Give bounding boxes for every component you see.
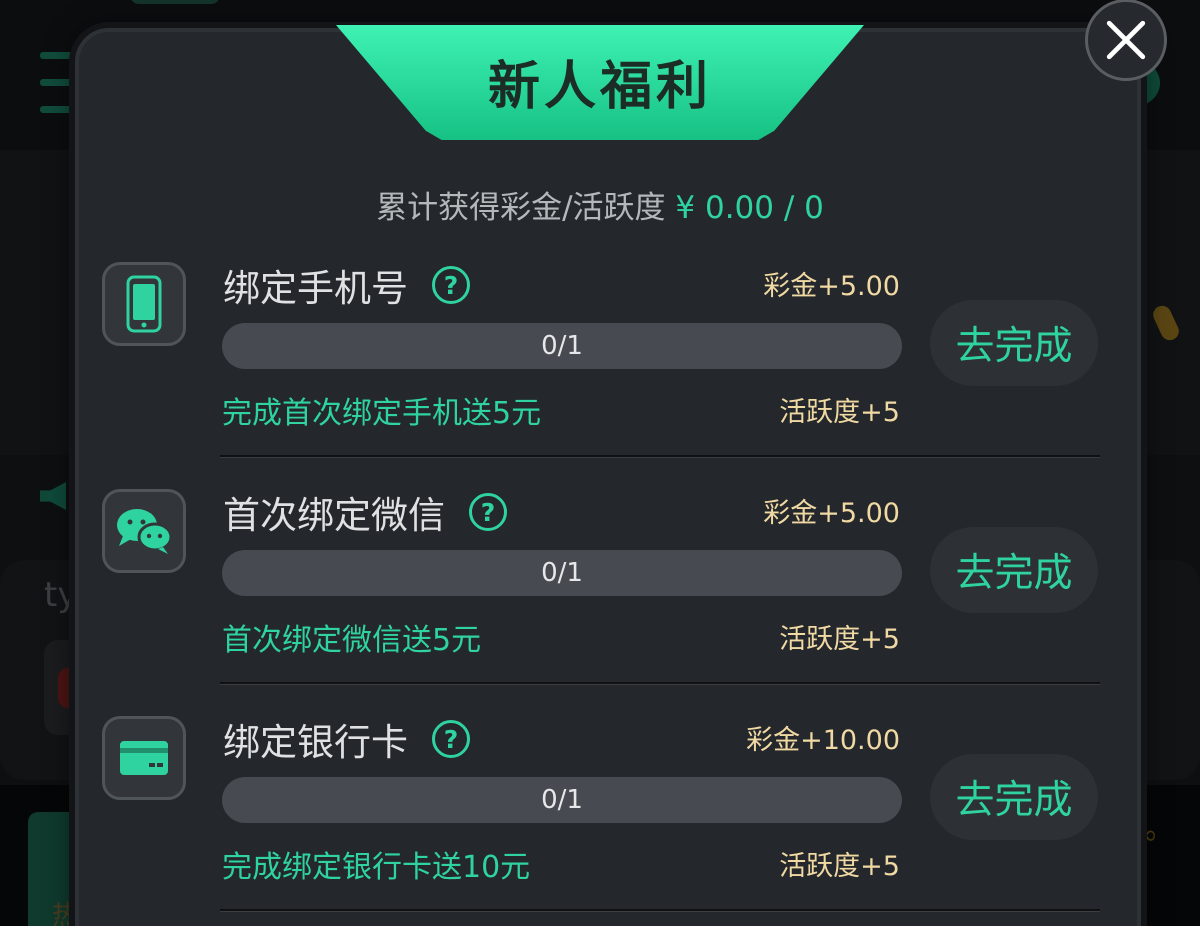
task-bind-phone: 绑定手机号 ? 彩金+5.00 0/1 去完成 完成首次绑定手机送5元 活跃度+… xyxy=(100,228,1102,458)
task-description: 完成首次绑定手机送5元 xyxy=(222,396,542,431)
go-complete-button[interactable]: 去完成 xyxy=(930,754,1098,840)
summary-label: 累计获得彩金/活跃度 xyxy=(376,190,666,226)
divider xyxy=(220,909,1100,912)
wechat-icon xyxy=(102,489,186,573)
task-progress-bar: 0/1 xyxy=(222,777,902,823)
background-text: ty xyxy=(44,575,78,615)
background-pill xyxy=(130,0,220,4)
task-reward: 彩金+5.00 xyxy=(763,498,900,529)
task-activity: 活跃度+5 xyxy=(779,851,900,882)
task-bind-bank-card: 绑定银行卡 ? 彩金+10.00 0/1 去完成 完成绑定银行卡送10元 活跃度… xyxy=(100,682,1102,912)
phone-icon xyxy=(102,262,186,346)
help-icon[interactable]: ? xyxy=(432,266,470,304)
modal-title: 新人福利 xyxy=(487,57,712,117)
summary-value: ¥ 0.00 / 0 xyxy=(675,190,824,226)
task-reward: 彩金+5.00 xyxy=(763,271,900,302)
task-activity: 活跃度+5 xyxy=(779,624,900,655)
close-button[interactable] xyxy=(1085,0,1167,81)
close-icon xyxy=(1106,20,1146,60)
task-reward: 彩金+10.00 xyxy=(746,725,900,756)
task-activity: 活跃度+5 xyxy=(779,397,900,428)
task-title: 绑定手机号 xyxy=(223,267,408,310)
task-title: 绑定银行卡 xyxy=(223,721,408,764)
task-description: 完成绑定银行卡送10元 xyxy=(222,850,531,885)
task-description: 首次绑定微信送5元 xyxy=(222,623,482,658)
task-progress-bar: 0/1 xyxy=(222,323,902,369)
task-title-row: 绑定银行卡 ? xyxy=(223,712,470,766)
task-progress-bar: 0/1 xyxy=(222,550,902,596)
task-bind-wechat: 首次绑定微信 ? 彩金+5.00 0/1 去完成 首次绑定微信送5元 活跃度+5 xyxy=(100,455,1102,685)
help-icon[interactable]: ? xyxy=(432,720,470,758)
task-title-row: 绑定手机号 ? xyxy=(223,258,470,312)
menu-icon xyxy=(40,52,80,118)
accumulated-summary: 累计获得彩金/活跃度 ¥ 0.00 / 0 xyxy=(0,182,1200,227)
bank-card-icon xyxy=(102,716,186,800)
go-complete-button[interactable]: 去完成 xyxy=(930,300,1098,386)
help-icon[interactable]: ? xyxy=(469,493,507,531)
task-title: 首次绑定微信 xyxy=(223,494,445,537)
go-complete-button[interactable]: 去完成 xyxy=(930,527,1098,613)
task-title-row: 首次绑定微信 ? xyxy=(223,485,507,539)
